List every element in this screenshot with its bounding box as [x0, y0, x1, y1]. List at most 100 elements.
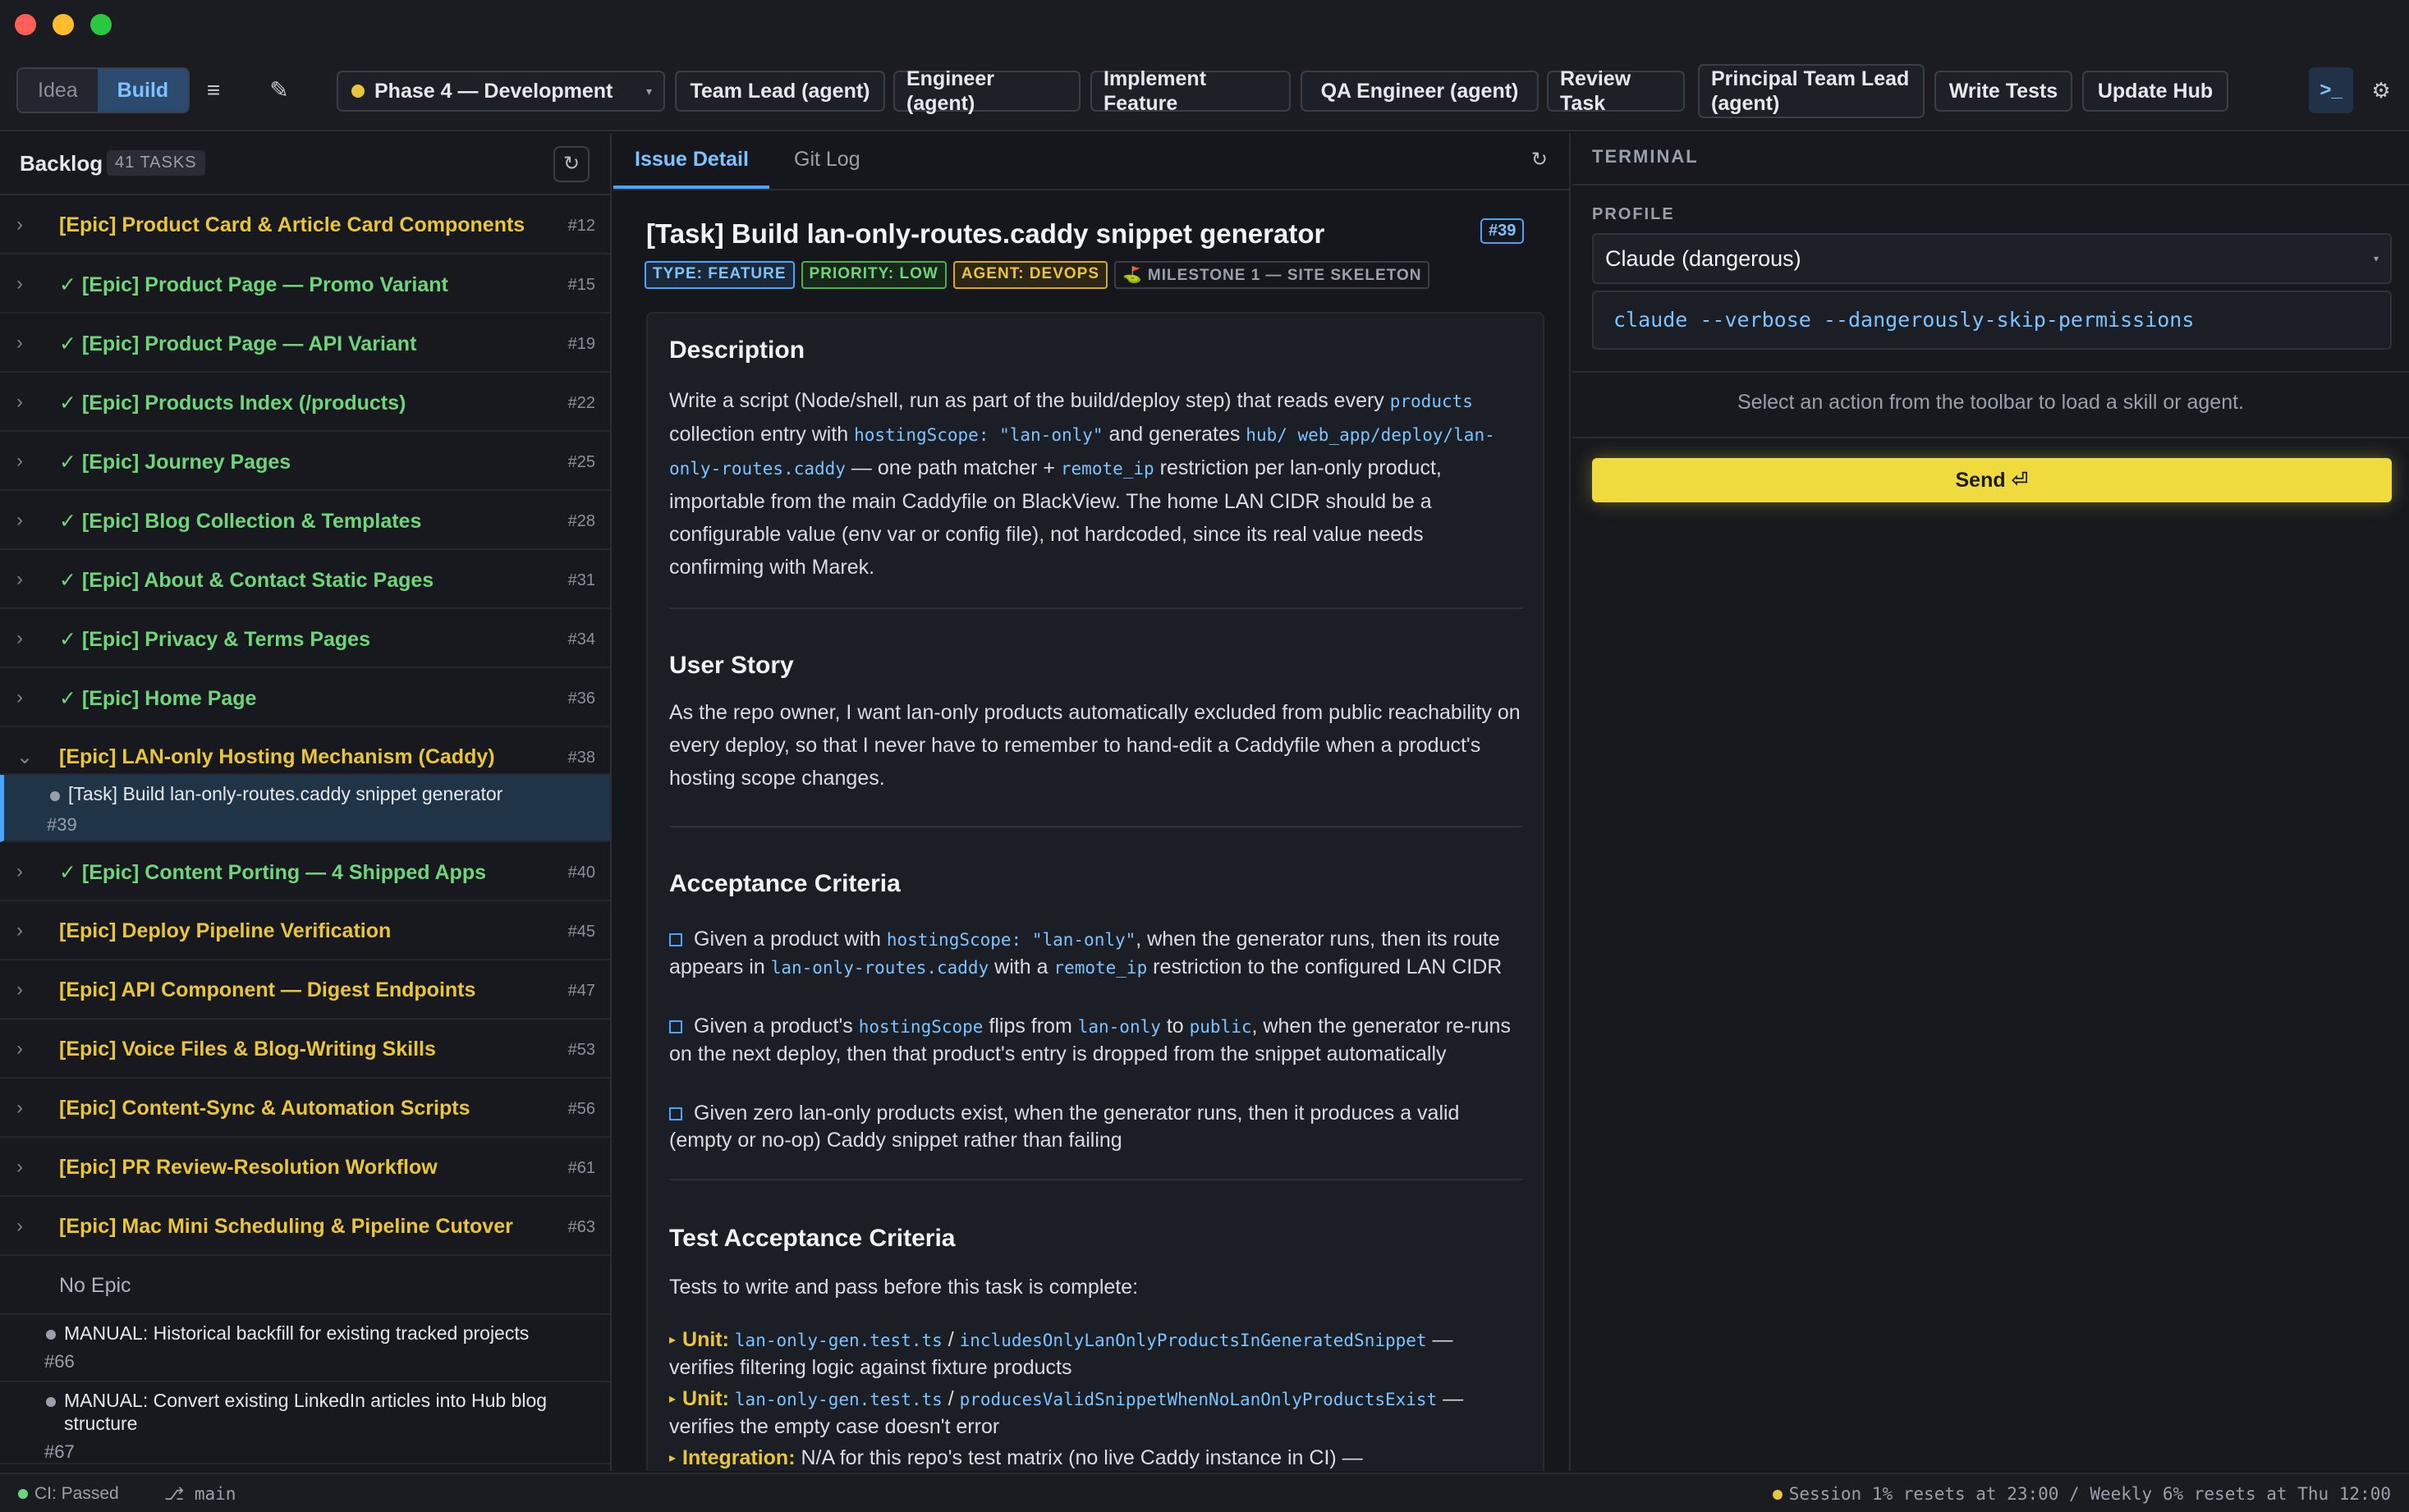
zoom-window-button[interactable] — [90, 14, 112, 35]
task-title: MANUAL: Convert existing LinkedIn articl… — [64, 1390, 548, 1434]
acceptance-heading: Acceptance Criteria — [669, 870, 901, 897]
mode-idea-button[interactable]: Idea — [18, 69, 98, 112]
mode-build-button[interactable]: Build — [97, 69, 189, 112]
task-number: #39 — [47, 814, 77, 835]
action-hint: Select an action from the toolbar to loa… — [1737, 391, 2245, 414]
epic-row[interactable]: › ✓ [Epic] Blog Collection & Templates #28 — [0, 491, 610, 550]
chevron-down-icon: ▾ — [645, 84, 652, 98]
epic-row[interactable]: › [Epic] API Component — Digest Endpoints… — [0, 960, 610, 1019]
engineer-agent-button[interactable]: Engineer (agent) — [893, 67, 1081, 115]
epic-title: ✓ [Epic] Privacy & Terms Pages — [59, 628, 370, 651]
title-bar — [0, 0, 2409, 49]
epic-row[interactable]: › [Epic] Product Card & Article Card Comp… — [0, 195, 610, 254]
epic-title: [Epic] PR Review-Resolution Workflow — [59, 1156, 438, 1179]
test-item: ▸ Integration: N/A for this repo's test m… — [669, 1446, 1363, 1469]
menu-icon[interactable]: ≡ — [194, 67, 233, 113]
epic-row[interactable]: › ✓ [Epic] Home Page #36 — [0, 668, 610, 727]
terminal-toggle-icon[interactable]: >_ — [2309, 67, 2353, 113]
section-divider — [669, 607, 1523, 609]
task-row-selected[interactable]: [Task] Build lan-only-routes.caddy snipp… — [0, 775, 610, 842]
qa-engineer-agent-button[interactable]: QA Engineer (agent) — [1301, 71, 1539, 112]
epic-row[interactable]: › ✓ [Epic] About & Contact Static Pages #3… — [0, 550, 610, 609]
type-badge: TYPE: FEATURE — [645, 261, 795, 289]
backlog-header: Backlog 41 TASKS ↻ — [0, 133, 610, 195]
chevron-down-icon[interactable]: ⌄ — [16, 745, 33, 769]
chevron-right-icon[interactable]: › — [16, 919, 23, 942]
epic-title: [Epic] Mac Mini Scheduling & Pipeline Cu… — [59, 1215, 513, 1238]
tab-issue-detail[interactable]: Issue Detail — [635, 148, 749, 172]
team-lead-agent-button[interactable]: Team Lead (agent) — [675, 71, 885, 112]
epic-row[interactable]: › [Epic] Deploy Pipeline Verification #45 — [0, 901, 610, 960]
checkbox[interactable] — [669, 933, 682, 946]
phase-select[interactable]: Phase 4 — Development ▾ — [337, 71, 665, 112]
chevron-right-icon[interactable]: › — [16, 1097, 23, 1120]
chevron-right-icon[interactable]: › — [16, 332, 23, 355]
chevron-right-icon[interactable]: › — [16, 978, 23, 1001]
gear-icon[interactable]: ⚙ — [2365, 67, 2398, 113]
principal-team-lead-agent-button[interactable]: Principal Team Lead (agent) — [1698, 64, 1925, 118]
phase-label: Phase 4 — Development — [374, 79, 613, 103]
tab-git-log[interactable]: Git Log — [794, 148, 860, 172]
refresh-icon[interactable]: ↻ — [553, 146, 590, 182]
minimize-window-button[interactable] — [53, 14, 74, 35]
chevron-right-icon[interactable]: › — [16, 627, 23, 650]
status-bar: CI: Passed ⎇ main Session 1% resets at 2… — [0, 1473, 2409, 1512]
checkbox[interactable] — [669, 1107, 682, 1120]
chevron-right-icon[interactable]: › — [16, 450, 23, 473]
chevron-right-icon[interactable]: › — [16, 213, 23, 236]
epic-row[interactable]: › ✓ [Epic] Product Page — API Variant #19 — [0, 314, 610, 373]
epic-row[interactable]: › ✓ [Epic] Privacy & Terms Pages #34 — [0, 609, 610, 668]
epic-number: #34 — [567, 630, 595, 648]
close-window-button[interactable] — [15, 14, 36, 35]
session-usage: Session 1% resets at 23:00 / Weekly 6% r… — [1772, 1484, 2391, 1504]
chevron-right-icon[interactable]: › — [16, 509, 23, 532]
epic-row[interactable]: › [Epic] PR Review-Resolution Workflow #61 — [0, 1138, 610, 1197]
test-item: ▸ Unit: lan-only-gen.test.ts / producesVa… — [669, 1387, 1464, 1438]
send-button[interactable]: Send ⏎ — [1592, 458, 2392, 502]
epic-title: [Epic] Product Card & Article Card Compo… — [59, 213, 525, 236]
phase-status-dot — [351, 85, 365, 98]
chevron-right-icon[interactable]: › — [16, 391, 23, 414]
chevron-right-icon[interactable]: › — [16, 1038, 23, 1061]
epic-number: #15 — [567, 276, 595, 294]
epic-number: #63 — [567, 1218, 595, 1236]
issue-body-card: Description Write a script (Node/shell, … — [646, 312, 1544, 1471]
epic-row-expanded[interactable]: ⌄ [Epic] LAN-only Hosting Mechanism (Cadd… — [0, 727, 610, 775]
checkbox[interactable] — [669, 1020, 682, 1033]
epic-number: #47 — [567, 982, 595, 1000]
branch-indicator[interactable]: ⎇ main — [164, 1484, 236, 1504]
manual-task-row[interactable]: MANUAL: Historical backfill for existing… — [0, 1315, 610, 1382]
ci-status: CI: Passed — [18, 1484, 119, 1504]
epic-row[interactable]: › ✓ [Epic] Products Index (/products) #22 — [0, 373, 610, 432]
epic-row[interactable]: › [Epic] Voice Files & Blog-Writing Skill… — [0, 1019, 610, 1079]
write-tests-button[interactable]: Write Tests — [1934, 71, 2072, 112]
epic-row[interactable]: › [Epic] Content-Sync & Automation Script… — [0, 1079, 610, 1138]
command-field[interactable]: claude --verbose --dangerously-skip-perm… — [1592, 291, 2392, 350]
task-number: #67 — [44, 1441, 75, 1462]
chevron-right-icon[interactable]: › — [16, 568, 23, 591]
task-bullet — [46, 1397, 56, 1407]
epic-title: [Epic] API Component — Digest Endpoints — [59, 978, 476, 1001]
review-task-button[interactable]: Review Task — [1547, 67, 1685, 115]
task-title: [Task] Build lan-only-routes.caddy snipp… — [68, 783, 503, 804]
epic-row[interactable]: › ✓ [Epic] Product Page — Promo Variant #1… — [0, 254, 610, 314]
chevron-right-icon[interactable]: › — [16, 1215, 23, 1238]
chevron-right-icon[interactable]: › — [16, 273, 23, 296]
epic-row[interactable]: › [Epic] Mac Mini Scheduling & Pipeline C… — [0, 1197, 610, 1256]
section-divider — [669, 826, 1523, 827]
acceptance-item: Given zero lan-only products exist, when… — [669, 1102, 1460, 1152]
manual-task-row[interactable]: MANUAL: Convert existing LinkedIn articl… — [0, 1382, 610, 1464]
profile-select[interactable]: Claude (dangerous) ▾ — [1592, 233, 2392, 284]
no-epic-label: No Epic — [59, 1274, 131, 1297]
update-hub-button[interactable]: Update Hub — [2082, 71, 2228, 112]
edit-icon[interactable]: ✎ — [259, 67, 299, 113]
implement-feature-button[interactable]: Implement Feature — [1090, 67, 1291, 115]
session-usage-label: Session 1% resets at 23:00 / Weekly 6% r… — [1788, 1484, 2391, 1504]
refresh-icon[interactable]: ↻ — [1531, 148, 1548, 172]
epic-row[interactable]: › ✓ [Epic] Content Porting — 4 Shipped Ap… — [0, 842, 610, 901]
chevron-right-icon[interactable]: › — [16, 1156, 23, 1179]
chevron-right-icon[interactable]: › — [16, 686, 23, 709]
epic-row[interactable]: › ✓ [Epic] Journey Pages #25 — [0, 432, 610, 491]
epic-title: [Epic] Content-Sync & Automation Scripts — [59, 1097, 470, 1120]
chevron-right-icon[interactable]: › — [16, 860, 23, 883]
